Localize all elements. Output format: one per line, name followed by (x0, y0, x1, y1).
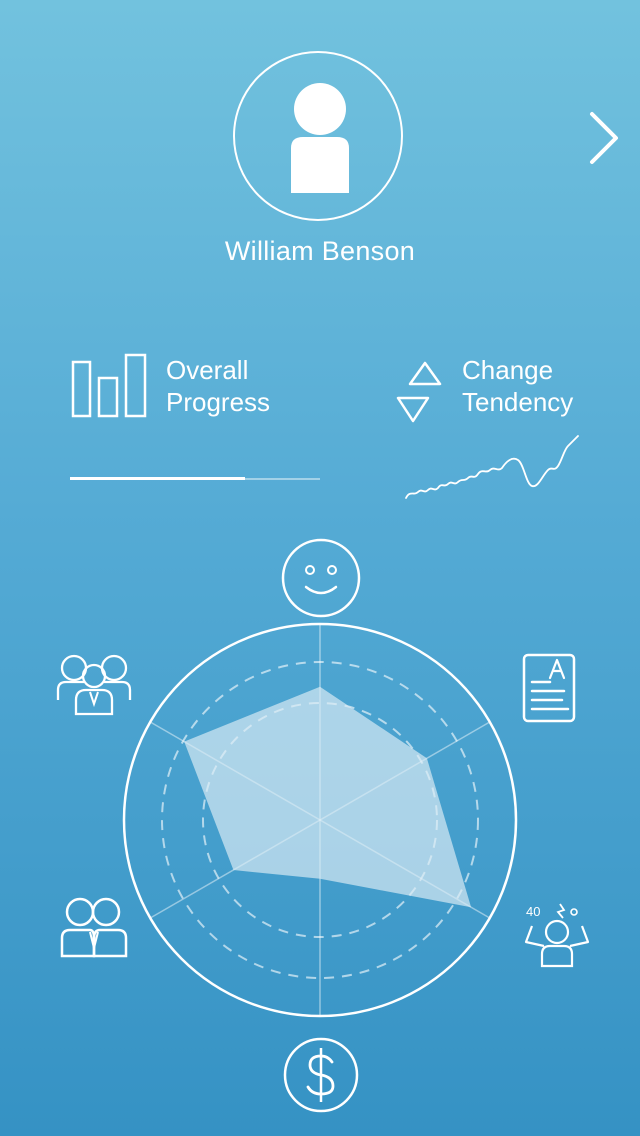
next-button[interactable] (582, 108, 626, 168)
user-avatar-icon (291, 83, 349, 193)
change-tendency-label-line1: Change (462, 355, 554, 385)
overall-progress-icon-wrap (70, 352, 148, 418)
tendency-sparkline (402, 432, 582, 504)
up-down-triangles-icon (396, 361, 442, 423)
radar-chart-graph (122, 622, 518, 1018)
change-tendency-label-line2: Tendency (462, 387, 574, 417)
overall-progress-fill (70, 477, 245, 480)
grades-axis[interactable] (520, 652, 580, 724)
chevron-right-icon (590, 112, 618, 164)
dollar-coin-icon (283, 1037, 359, 1113)
overall-progress-label-line1: Overall (166, 355, 249, 385)
stress-axis[interactable]: 40 (518, 898, 594, 972)
user-name: William Benson (224, 236, 416, 266)
radar-chart (120, 620, 520, 1020)
bar-chart-icon (71, 353, 147, 418)
happiness-axis[interactable] (280, 537, 362, 619)
tendency-sparkline-graph (405, 435, 579, 499)
avatar[interactable] (233, 51, 403, 221)
finance-axis[interactable] (282, 1036, 360, 1114)
two-people-icon (60, 897, 128, 958)
relationships-axis[interactable] (56, 894, 132, 960)
svg-text:40: 40 (526, 904, 540, 919)
graded-document-icon (522, 653, 576, 723)
overall-progress-label-line2: Progress (166, 387, 271, 417)
change-tendency-icon-wrap (394, 356, 444, 428)
smiley-face-icon (281, 538, 361, 618)
group-of-people-icon (56, 654, 132, 716)
overall-progress-label: Overall Progress (166, 354, 270, 418)
social-axis[interactable] (54, 652, 136, 718)
stressed-person-icon: 40 (524, 903, 590, 968)
change-tendency-label: Change Tendency (462, 354, 573, 418)
